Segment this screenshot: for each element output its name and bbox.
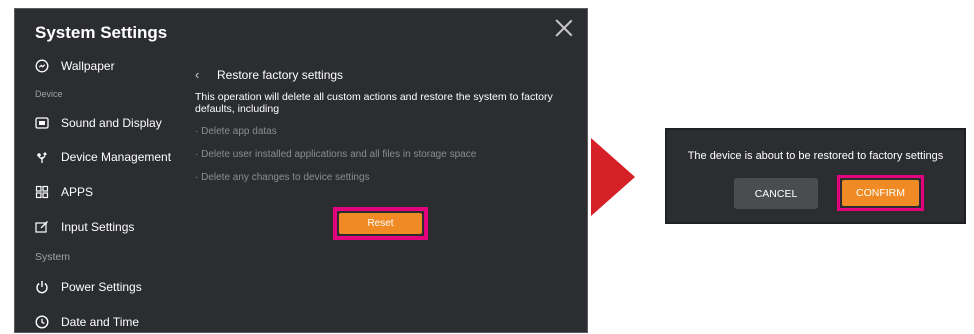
- sidebar-item-label: Power Settings: [61, 280, 142, 294]
- system-settings-window: System Settings Wallpaper Device Sound a…: [14, 8, 588, 333]
- sidebar-item-device-management[interactable]: Device Management: [35, 146, 171, 168]
- back-to-restore-factory-settings[interactable]: ‹ Restore factory settings: [195, 67, 343, 82]
- sidebar-item-date-and-time[interactable]: Date and Time: [35, 311, 140, 332]
- sidebar-item-apps[interactable]: APPS: [35, 181, 93, 203]
- close-icon[interactable]: [555, 19, 573, 37]
- sidebar-item-wallpaper[interactable]: Wallpaper: [35, 55, 115, 77]
- restore-description: This operation will delete all custom ac…: [195, 91, 553, 115]
- window-title: System Settings: [35, 23, 168, 42]
- sidebar-item-input-settings[interactable]: Input Settings: [35, 216, 134, 238]
- display-icon: [35, 116, 49, 130]
- bullet-item: · Delete any changes to device settings: [195, 172, 370, 183]
- dialog-message: The device is about to be restored to fa…: [687, 150, 944, 162]
- power-icon: [35, 280, 49, 294]
- sidebar-item-label: Sound and Display: [61, 116, 162, 130]
- confirm-highlight: CONFIRM: [837, 175, 924, 211]
- sidebar-item-label: Input Settings: [61, 220, 135, 234]
- bullet-item: · Delete app datas: [195, 126, 277, 137]
- reset-highlight: Reset: [333, 207, 428, 240]
- sidebar-section-system: System: [35, 251, 71, 263]
- clock-icon: [35, 315, 49, 329]
- bullet-item: · Delete user installed applications and…: [195, 149, 477, 160]
- sidebar-item-label: Wallpaper: [61, 59, 115, 73]
- chevron-left-icon: ‹: [195, 67, 200, 82]
- wallpaper-icon: [35, 59, 49, 73]
- reset-button[interactable]: Reset: [339, 213, 422, 234]
- sidebar-item-power-settings[interactable]: Power Settings: [35, 276, 142, 298]
- page-title: Restore factory settings: [217, 67, 344, 82]
- sidebar-item-sound-and-display[interactable]: Sound and Display: [35, 112, 162, 134]
- sidebar-item-label: APPS: [61, 185, 94, 199]
- arrow-right-icon: [591, 138, 635, 216]
- apps-icon: [35, 185, 49, 199]
- sidebar-section-device: Device: [35, 89, 63, 99]
- confirm-button[interactable]: CONFIRM: [842, 180, 919, 206]
- sidebar-item-label: Device Management: [61, 150, 172, 164]
- input-icon: [35, 220, 49, 234]
- confirm-dialog: The device is about to be restored to fa…: [665, 128, 966, 224]
- device-management-icon: [35, 150, 49, 164]
- sidebar-item-label: Date and Time: [61, 315, 140, 329]
- cancel-button[interactable]: CANCEL: [734, 178, 818, 209]
